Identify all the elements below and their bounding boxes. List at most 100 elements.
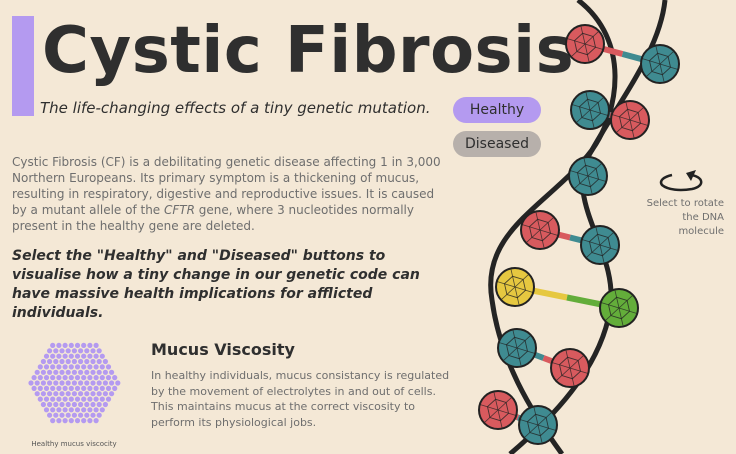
mucus-dot xyxy=(105,396,112,402)
mucus-dot xyxy=(68,375,74,381)
mucus-dot xyxy=(109,380,115,386)
mucus-dot xyxy=(109,369,115,375)
mucus-dot xyxy=(50,418,56,424)
mucus-dot xyxy=(50,342,56,348)
mucus-dot xyxy=(102,380,108,386)
mucus-dot xyxy=(65,401,71,408)
mucus-dot xyxy=(84,401,90,408)
mucus-dot xyxy=(99,396,105,402)
mucus-dot xyxy=(62,353,68,359)
mucus-dot xyxy=(62,364,68,370)
nucleotide xyxy=(565,24,605,64)
mucus-dot xyxy=(50,364,56,370)
mucus-dot xyxy=(87,342,93,348)
mucus-dot xyxy=(93,375,99,381)
mucus-dot xyxy=(68,342,74,348)
mucus-dot xyxy=(47,348,53,354)
mucus-dot xyxy=(81,375,87,381)
mucus-dot xyxy=(74,375,81,381)
mucus-dot xyxy=(81,396,87,402)
mucus-dot xyxy=(47,380,53,386)
mucus-dot xyxy=(50,407,56,413)
mucus-dot xyxy=(37,385,43,391)
mucus-dot xyxy=(112,375,118,381)
mucus-dot xyxy=(71,401,77,408)
mucus-dot xyxy=(68,385,74,391)
mucus-dot xyxy=(90,380,96,386)
mucus-dot xyxy=(40,369,46,375)
mucus-dot xyxy=(93,418,99,424)
mucus-dot xyxy=(31,375,37,381)
mucus-dot xyxy=(96,391,102,397)
mucus-dot xyxy=(81,353,87,359)
mucus-dot xyxy=(81,385,87,391)
mucus-dot xyxy=(84,380,90,386)
rotate-arrow-icon xyxy=(659,170,703,192)
mucus-dot xyxy=(50,396,56,402)
mucus-dot xyxy=(47,369,53,375)
mucus-dot xyxy=(59,358,65,365)
mucus-caption: Healthy mucus viscocity xyxy=(31,440,117,448)
mucus-dot xyxy=(53,380,59,386)
mucus-dot xyxy=(93,342,99,348)
rotate-hint[interactable]: Select to rotate the DNA molecule xyxy=(640,166,728,234)
mucus-dot xyxy=(59,391,65,397)
mucus-dot xyxy=(74,418,81,424)
mucus-dot xyxy=(47,412,53,418)
nucleotide xyxy=(599,288,639,328)
mucus-dot xyxy=(43,375,50,381)
mucus-dot xyxy=(37,375,43,381)
mucus-dot xyxy=(84,358,90,365)
mucus-dot xyxy=(81,407,87,413)
mucus-dot xyxy=(84,412,90,418)
mucus-dot xyxy=(105,385,112,391)
mucus-dot xyxy=(40,380,46,386)
mucus-dot xyxy=(62,342,68,348)
mucus-dot xyxy=(84,348,90,354)
mucus-dot xyxy=(65,380,71,386)
nucleotide xyxy=(518,405,558,445)
mucus-dot xyxy=(102,391,108,397)
mucus-dot xyxy=(71,358,77,365)
mucus-dot xyxy=(78,369,84,375)
page-subtitle: The life-changing effects of a tiny gene… xyxy=(40,99,431,117)
mucus-dot xyxy=(56,364,62,370)
mucus-dot xyxy=(43,396,50,402)
mucus-dot xyxy=(87,364,93,370)
mucus-dot xyxy=(71,369,77,375)
mucus-dot xyxy=(84,369,90,375)
mucus-dot xyxy=(93,364,99,370)
mucus-dot xyxy=(93,396,99,402)
mucus-dot xyxy=(99,407,105,413)
mucus-dot xyxy=(105,364,112,370)
mucus-dot xyxy=(53,391,59,397)
instruction-callout: Select the "Healthy" and "Diseased" butt… xyxy=(12,248,420,321)
nucleotide xyxy=(568,156,608,196)
mucus-dot xyxy=(59,401,65,408)
gene-name: CFTR xyxy=(164,203,195,217)
nucleotide xyxy=(570,90,610,130)
title-accent-bar xyxy=(12,16,34,116)
mucus-dot xyxy=(96,358,102,365)
mucus-dot xyxy=(74,396,81,402)
mucus-dot xyxy=(71,348,77,354)
mucus-dot xyxy=(105,375,112,381)
mucus-dot xyxy=(78,380,84,386)
mucus-dot xyxy=(71,380,77,386)
mucus-dot xyxy=(56,418,62,424)
mucus-dot xyxy=(37,364,43,370)
mucus-dot xyxy=(99,364,105,370)
mucus-dot xyxy=(78,358,84,365)
mucus-dot xyxy=(62,385,68,391)
mucus-dot xyxy=(109,391,115,397)
mucus-dot xyxy=(65,358,71,365)
mucus-dot xyxy=(87,353,93,359)
mucus-description: In healthy individuals, mucus consistanc… xyxy=(151,369,450,429)
mucus-dot xyxy=(78,391,84,397)
mucus-dot xyxy=(53,358,59,365)
mucus-dot xyxy=(90,412,96,418)
mucus-dot xyxy=(68,418,74,424)
mucus-dot xyxy=(112,385,118,391)
mucus-dot xyxy=(90,401,96,408)
mucus-dot xyxy=(40,401,46,408)
